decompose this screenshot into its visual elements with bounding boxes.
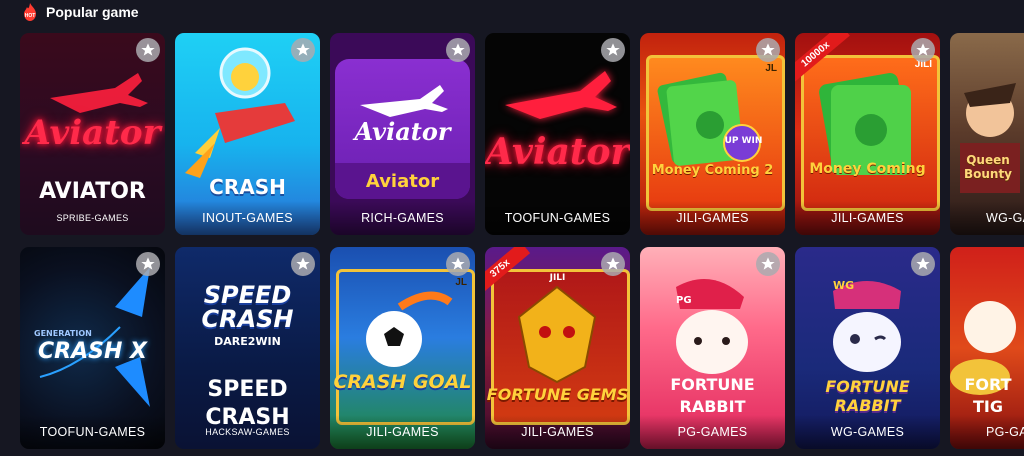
provider-badge: WG bbox=[833, 279, 855, 292]
game-card-aviator-spribe[interactable]: Aviator AVIATOR SPRIBE-GAMES bbox=[20, 33, 165, 235]
hot-badge-label: HOT bbox=[25, 13, 36, 19]
provider-label: JILI-GAMES bbox=[795, 201, 940, 235]
star-icon bbox=[916, 257, 930, 270]
favorite-button[interactable] bbox=[291, 38, 315, 62]
favorite-button[interactable] bbox=[601, 38, 625, 62]
provider-label: TOOFUN-GAMES bbox=[485, 201, 630, 235]
game-logo: Aviator bbox=[24, 113, 161, 153]
game-sublogo: DARE2WIN bbox=[214, 335, 281, 348]
game-name-line2: RABBIT bbox=[679, 397, 746, 416]
game-card-queen-bounty[interactable]: Queen Bounty WG-GAMES bbox=[950, 33, 1024, 235]
game-logo: Money Coming bbox=[809, 161, 926, 177]
game-row-1: Aviator AVIATOR SPRIBE-GAMES CRASH INOUT… bbox=[20, 33, 1024, 235]
star-icon bbox=[451, 257, 465, 270]
favorite-button[interactable] bbox=[601, 252, 625, 276]
game-card-crash-x[interactable]: GENERATION CRASH X TOOFUN-GAMES bbox=[20, 247, 165, 449]
star-icon bbox=[296, 257, 310, 270]
game-logo: CRASH X bbox=[38, 339, 147, 364]
game-name: Aviator bbox=[365, 171, 440, 192]
game-name-line1: FORT bbox=[964, 375, 1012, 394]
game-logo: CRASH bbox=[209, 175, 286, 199]
provider-label: RICH-GAMES bbox=[330, 201, 475, 235]
favorite-button[interactable] bbox=[756, 252, 780, 276]
game-logo: PG bbox=[676, 295, 692, 306]
game-card-crash-goal[interactable]: JL CRASH GOAL JILI-GAMES bbox=[330, 247, 475, 449]
game-name-line2: TIG bbox=[973, 397, 1003, 416]
provider-label: HACKSAW-GAMES bbox=[205, 427, 290, 437]
provider-badge: JL bbox=[765, 63, 777, 74]
game-row-2: GENERATION CRASH X TOOFUN-GAMES SPEED CR… bbox=[20, 247, 1024, 449]
provider-label: JILI-GAMES bbox=[330, 415, 475, 449]
game-name-line1: FORTUNE bbox=[670, 375, 755, 394]
provider-label: PG-GA bbox=[950, 415, 1024, 449]
favorite-button[interactable] bbox=[136, 252, 160, 276]
star-icon bbox=[606, 257, 620, 270]
game-logo: Aviator bbox=[354, 117, 451, 146]
game-name-line1: SPEED bbox=[207, 377, 288, 402]
game-card-money-coming-2[interactable]: JL UP WIN Money Coming 2 JILI-GAMES bbox=[640, 33, 785, 235]
favorite-button[interactable] bbox=[136, 38, 160, 62]
game-card-aviator-rich[interactable]: Aviator Aviator RICH-GAMES bbox=[330, 33, 475, 235]
star-icon bbox=[761, 257, 775, 270]
game-card-speed-crash[interactable]: SPEED CRASH DARE2WIN SPEED CRASH HACKSAW… bbox=[175, 247, 320, 449]
star-icon bbox=[606, 43, 620, 56]
star-icon bbox=[451, 43, 465, 56]
favorite-button[interactable] bbox=[756, 38, 780, 62]
game-grid: Aviator AVIATOR SPRIBE-GAMES CRASH INOUT… bbox=[20, 33, 1024, 453]
game-logo: CRASH GOAL bbox=[333, 371, 472, 393]
provider-label: WG-GAMES bbox=[950, 201, 1024, 235]
game-card-fortune-rabbit-pg[interactable]: PG FORTUNE RABBIT PG-GAMES bbox=[640, 247, 785, 449]
game-card-aviator-toofun[interactable]: Aviator TOOFUN-GAMES bbox=[485, 33, 630, 235]
game-logo: Aviator bbox=[485, 131, 630, 173]
game-sublogo: GENERATION bbox=[34, 329, 92, 338]
star-icon bbox=[916, 43, 930, 56]
favorite-button[interactable] bbox=[446, 252, 470, 276]
provider-label: SPRIBE-GAMES bbox=[56, 213, 129, 223]
provider-label: WG-GAMES bbox=[795, 415, 940, 449]
star-icon bbox=[761, 43, 775, 56]
game-logo: Queen Bounty bbox=[963, 153, 1013, 181]
game-card-money-coming[interactable]: 10000x JILI Money Coming JILI-GAMES bbox=[795, 33, 940, 235]
provider-label: INOUT-GAMES bbox=[175, 201, 320, 235]
game-logo: FORTUNE RABBIT bbox=[825, 377, 910, 415]
game-logo: FORTUNE GEMS bbox=[486, 385, 629, 404]
favorite-button[interactable] bbox=[291, 252, 315, 276]
provider-label: JILI-GAMES bbox=[640, 201, 785, 235]
favorite-button[interactable] bbox=[911, 38, 935, 62]
provider-label: PG-GAMES bbox=[640, 415, 785, 449]
section-header: HOT Popular game bbox=[22, 0, 139, 24]
game-logo: SPEED CRASH bbox=[201, 281, 294, 333]
provider-label: JILI-GAMES bbox=[485, 415, 630, 449]
game-card-fortune-tiger[interactable]: FORT TIG PG-GA bbox=[950, 247, 1024, 449]
game-card-crash-inout[interactable]: CRASH INOUT-GAMES bbox=[175, 33, 320, 235]
favorite-button[interactable] bbox=[911, 252, 935, 276]
game-card-fortune-gems[interactable]: 375x JILI FORTUNE GEMS JILI-GAMES bbox=[485, 247, 630, 449]
fire-icon: HOT bbox=[22, 3, 38, 21]
provider-badge: JL bbox=[455, 277, 467, 288]
game-logo: Money Coming 2 bbox=[651, 163, 774, 178]
section-title: Popular game bbox=[46, 4, 139, 20]
star-icon bbox=[296, 43, 310, 56]
star-icon bbox=[141, 257, 155, 270]
star-icon bbox=[141, 43, 155, 56]
favorite-button[interactable] bbox=[446, 38, 470, 62]
game-subbadge: UP WIN bbox=[724, 136, 763, 146]
provider-label: TOOFUN-GAMES bbox=[20, 415, 165, 449]
game-name: AVIATOR bbox=[39, 179, 146, 204]
game-card-fortune-rabbit-wg[interactable]: WG FORTUNE RABBIT WG-GAMES bbox=[795, 247, 940, 449]
